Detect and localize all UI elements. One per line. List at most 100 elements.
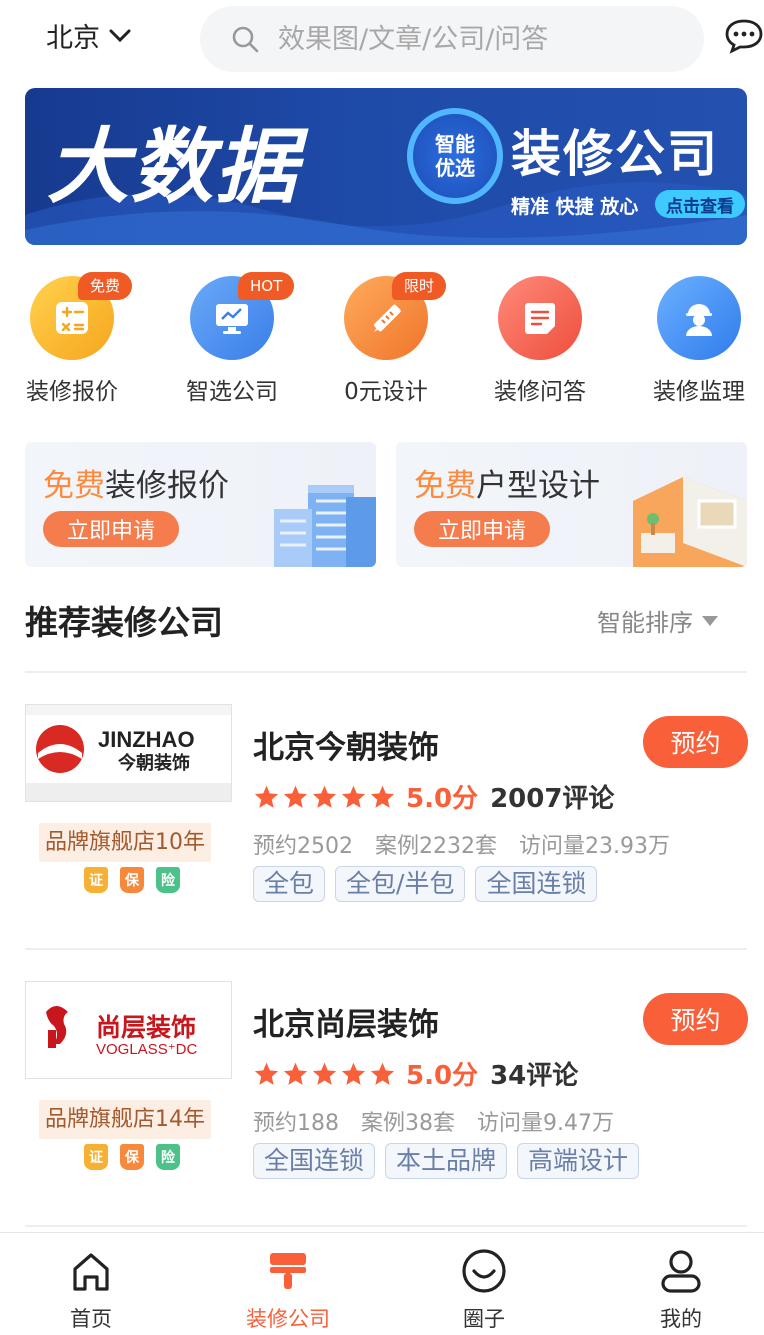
certificate-shield-icon: 证 (84, 1144, 108, 1170)
badge-hot: HOT (238, 272, 295, 300)
brand-store-badge: 品牌旗舰店14年 (39, 1100, 211, 1139)
chat-icon[interactable] (724, 18, 764, 54)
company-tags: 全包 全包/半包 全国连锁 (253, 866, 598, 902)
rating-row: 5.0分 34评论 (253, 1055, 578, 1092)
tab-home[interactable]: 首页 (31, 1247, 151, 1333)
company-card[interactable]: 尚层装饰 VOGLASS⁺DC 品牌旗舰店14年 证 保 险 北京尚层装饰 预约… (0, 981, 764, 1257)
quick-nav-label: 装修报价 (26, 379, 118, 405)
star-icon (370, 785, 395, 808)
tab-label: 我的 (660, 1307, 702, 1331)
insurance-shield-icon: 险 (156, 867, 180, 893)
review-count: 2007评论 (490, 784, 615, 814)
apply-button[interactable]: 立即申请 (43, 511, 179, 547)
quick-nav-supervision[interactable]: 装修监理 (624, 270, 764, 406)
warranty-shield-icon: 保 (120, 867, 144, 893)
brand-store-badge: 品牌旗舰店10年 (39, 823, 211, 862)
banner-slogan: 精准 快捷 放心 (511, 196, 639, 218)
company-name[interactable]: 北京今朝装饰 (253, 722, 439, 767)
quick-nav: 免费 装修报价 HOT 智选公司 限时 0元设计 装修问答 装修监理 (0, 270, 764, 410)
sort-dropdown[interactable]: 智能排序 (597, 603, 719, 638)
promo-title: 免费户型设计 (414, 468, 600, 504)
service-tag: 高端设计 (517, 1143, 640, 1179)
tab-community[interactable]: 圈子 (424, 1247, 544, 1333)
calculator-icon (56, 302, 88, 334)
divider (25, 1225, 747, 1227)
paint-roller-icon (270, 1253, 306, 1289)
worker-icon (686, 304, 712, 336)
city-label: 北京 (46, 23, 100, 54)
badge-free: 免费 (78, 272, 133, 300)
room-illustration (633, 477, 747, 567)
star-icon (283, 1062, 308, 1085)
tab-companies[interactable]: 装修公司 (228, 1247, 348, 1333)
insurance-shield-icon: 险 (156, 1144, 180, 1170)
divider (25, 948, 747, 950)
star-icon (312, 785, 337, 808)
buildings-illustration (274, 485, 376, 567)
promo-card-design[interactable]: 免费户型设计 立即申请 (396, 442, 747, 567)
promo-banner[interactable]: 大数据 智能 优选 装修公司 精准 快捷 放心 点击查看 (25, 88, 747, 245)
company-card[interactable]: JINZHAO 今朝装饰 品牌旗舰店10年 证 保 险 北京今朝装饰 预约 5.… (0, 704, 764, 980)
city-selector[interactable]: 北京 (46, 16, 132, 55)
promo-card-quote[interactable]: 免费装修报价 立即申请 (25, 442, 376, 567)
quick-nav-company[interactable]: HOT 智选公司 (157, 270, 307, 406)
quick-nav-label: 装修监理 (653, 379, 745, 405)
pencil-ruler-icon (374, 304, 401, 332)
company-stats: 预约2502 案例2232套 访问量23.93万 (253, 828, 670, 860)
top-bar: 北京 (0, 0, 764, 76)
quick-nav-design[interactable]: 限时 0元设计 (311, 270, 461, 406)
section-title: 推荐装修公司 (25, 603, 223, 642)
service-tag: 全国连锁 (253, 1143, 376, 1179)
star-icon (341, 1062, 366, 1085)
company-logo: 尚层装饰 VOGLASS⁺DC (25, 981, 232, 1079)
tab-label: 首页 (70, 1307, 112, 1331)
divider (25, 671, 747, 673)
badge-line-1: 智能 (435, 132, 475, 156)
case-count: 案例2232套 (375, 834, 497, 859)
star-rating (253, 784, 396, 810)
warranty-shield-icon: 保 (120, 1144, 144, 1170)
star-icon (370, 1062, 395, 1085)
certificate-shield-icon: 证 (84, 867, 108, 893)
company-name[interactable]: 北京尚层装饰 (253, 999, 439, 1044)
document-icon (525, 303, 555, 334)
banner-view-button[interactable]: 点击查看 (655, 190, 745, 218)
tab-profile[interactable]: 我的 (621, 1247, 741, 1333)
badge-limited: 限时 (392, 272, 447, 300)
banner-main-text: 大数据 (47, 120, 299, 215)
chevron-down-icon (109, 29, 131, 42)
search-input[interactable] (278, 23, 698, 55)
book-button[interactable]: 预约 (643, 993, 748, 1045)
badge-line-2: 优选 (435, 156, 475, 180)
star-rating (253, 1061, 396, 1087)
banner-title: 装修公司 (511, 125, 719, 183)
guarantee-icons: 证 保 险 (84, 867, 180, 893)
user-icon (661, 1250, 701, 1293)
promo-title: 免费装修报价 (43, 468, 229, 504)
rating-row: 5.0分 2007评论 (253, 778, 614, 815)
quick-nav-label: 智选公司 (186, 379, 278, 405)
company-logo: JINZHAO 今朝装饰 (25, 704, 232, 802)
search-bar[interactable] (200, 6, 704, 72)
quick-nav-quote[interactable]: 免费 装修报价 (0, 270, 147, 406)
book-button[interactable]: 预约 (643, 716, 748, 768)
star-icon (254, 785, 279, 808)
logo-en-text: JINZHAO (98, 727, 195, 752)
monitor-icon (216, 304, 248, 334)
case-count: 案例38套 (361, 1111, 455, 1136)
booking-count: 预约2502 (253, 834, 353, 859)
visit-count: 访问量9.47万 (477, 1111, 614, 1136)
booking-count: 预约188 (253, 1111, 339, 1136)
service-tag: 本土品牌 (385, 1143, 508, 1179)
quick-nav-label: 0元设计 (344, 379, 428, 405)
logo-cn-text: 尚层装饰 (96, 1013, 196, 1042)
apply-button[interactable]: 立即申请 (414, 511, 550, 547)
banner-smart-badge: 智能 优选 (407, 108, 503, 204)
quick-nav-qa[interactable]: 装修问答 (465, 270, 615, 406)
service-tag: 全国连锁 (475, 866, 598, 902)
quick-nav-label: 装修问答 (494, 379, 586, 405)
star-icon (312, 1062, 337, 1085)
review-count: 34评论 (490, 1061, 579, 1091)
star-icon (283, 785, 308, 808)
star-icon (341, 785, 366, 808)
